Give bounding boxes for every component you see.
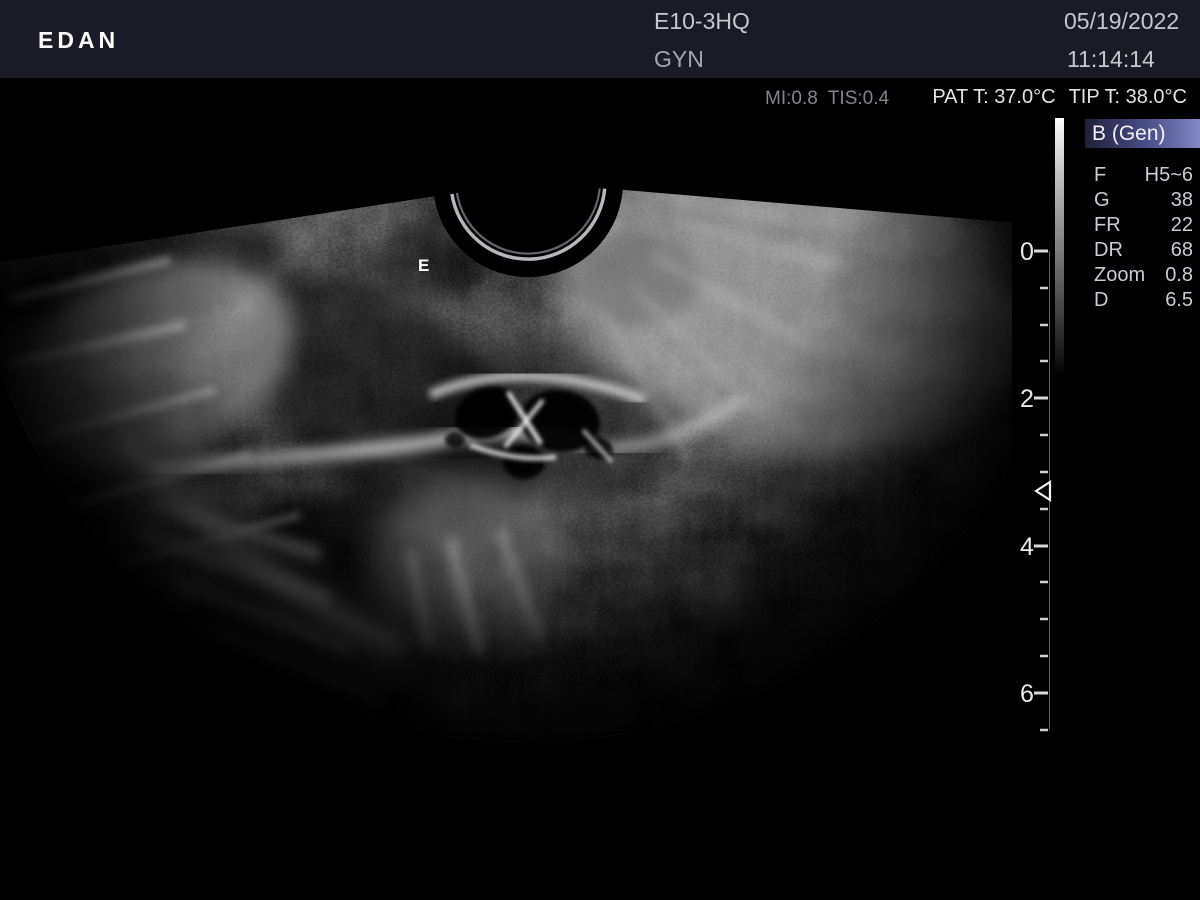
param-value: H5~6 bbox=[1145, 163, 1193, 188]
mode-badge: B (Gen) bbox=[1085, 119, 1200, 148]
tip-temp: TIP T: 38.0°C bbox=[1069, 86, 1187, 109]
param-gain: G 38 bbox=[1094, 188, 1193, 213]
depth-label-0: 0 bbox=[1020, 238, 1034, 266]
minor-ticks bbox=[1040, 288, 1048, 730]
param-value: 68 bbox=[1171, 238, 1193, 263]
param-label: FR bbox=[1094, 213, 1121, 238]
param-value: 6.5 bbox=[1165, 288, 1193, 313]
header-bar: EDAN E10-3HQ GYN 05/19/2022 11:14:14 bbox=[0, 0, 1200, 78]
patient-temp: PAT T: 37.0°C bbox=[932, 86, 1055, 109]
system-date: 05/19/2022 bbox=[1064, 8, 1179, 35]
parameter-panel: F H5~6 G 38 FR 22 DR 68 Zoom 0.8 D 6.5 bbox=[1094, 163, 1193, 313]
param-dynamic-range: DR 68 bbox=[1094, 238, 1193, 263]
param-depth: D 6.5 bbox=[1094, 288, 1193, 313]
param-value: 22 bbox=[1171, 213, 1193, 238]
image-area: E bbox=[0, 110, 1012, 790]
depth-label-2: 2 bbox=[1020, 385, 1034, 413]
param-label: F bbox=[1094, 163, 1106, 188]
acoustic-output-readout: MI:0.8 TIS:0.4 bbox=[765, 88, 889, 110]
depth-label-6: 6 bbox=[1020, 680, 1034, 708]
tis-value: TIS:0.4 bbox=[828, 88, 889, 110]
param-zoom: Zoom 0.8 bbox=[1094, 263, 1193, 288]
edan-logo: EDAN bbox=[38, 27, 119, 54]
param-label: G bbox=[1094, 188, 1110, 213]
ultrasound-screen: EDAN E10-3HQ GYN 05/19/2022 11:14:14 MI:… bbox=[0, 0, 1200, 900]
exam-preset: GYN bbox=[654, 46, 704, 73]
depth-label-4: 4 bbox=[1020, 533, 1034, 561]
temperature-readout: PAT T: 37.0°C TIP T: 38.0°C bbox=[932, 86, 1187, 109]
mi-value: MI:0.8 bbox=[765, 88, 818, 110]
depth-ruler: 0 2 4 6 bbox=[1014, 110, 1060, 770]
orientation-marker: E bbox=[418, 256, 429, 276]
system-time: 11:14:14 bbox=[1067, 46, 1155, 73]
param-label: Zoom bbox=[1094, 263, 1145, 288]
probe-model: E10-3HQ bbox=[654, 8, 750, 35]
param-frame-rate: FR 22 bbox=[1094, 213, 1193, 238]
ultrasound-image bbox=[0, 110, 1012, 790]
param-label: DR bbox=[1094, 238, 1123, 263]
focus-marker-icon bbox=[1036, 482, 1050, 500]
param-frequency: F H5~6 bbox=[1094, 163, 1193, 188]
param-value: 38 bbox=[1171, 188, 1193, 213]
param-value: 0.8 bbox=[1165, 263, 1193, 288]
param-label: D bbox=[1094, 288, 1108, 313]
